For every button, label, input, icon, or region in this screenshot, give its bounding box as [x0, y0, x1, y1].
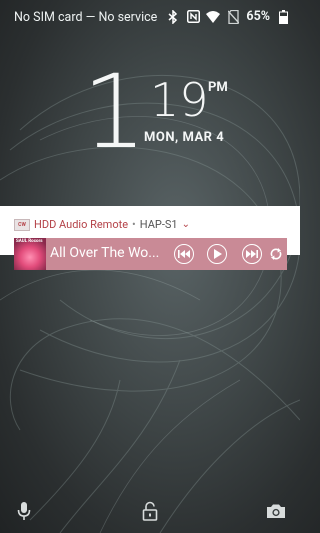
microphone-icon[interactable] [12, 499, 36, 523]
status-icons: 65% [166, 9, 290, 24]
album-art: SAUL Rocors [14, 238, 46, 270]
status-bar: No SIM card — No service 65% [0, 0, 300, 34]
battery-percentage: 65% [246, 9, 270, 24]
app-icon: CW [14, 218, 30, 231]
clock-hour: 1 [82, 53, 147, 172]
carrier-status: No SIM card — No service [14, 10, 158, 25]
repeat-button[interactable] [268, 246, 284, 262]
play-icon [214, 249, 222, 259]
repeat-icon [270, 248, 282, 260]
battery-icon [276, 9, 290, 24]
device-name: HAP-S1 [139, 218, 178, 231]
previous-icon [178, 250, 190, 258]
bluetooth-icon [166, 9, 180, 24]
notification-header[interactable]: CW HDD Audio Remote • HAP-S1 ⌄ [14, 218, 190, 231]
wifi-icon [206, 10, 221, 24]
clock-minutes: 19 [150, 73, 209, 127]
camera-icon[interactable] [264, 499, 288, 523]
play-button[interactable] [207, 244, 227, 264]
chevron-down-icon[interactable]: ⌄ [182, 219, 190, 230]
album-art-text: SAUL Rocors [16, 239, 43, 244]
lock-icon[interactable] [138, 499, 162, 523]
app-name: HDD Audio Remote [34, 218, 129, 231]
clock-ampm: PM [208, 80, 228, 95]
next-icon [246, 250, 258, 258]
next-button[interactable] [242, 244, 262, 264]
media-player: SAUL Rocors All Over The Wo... [14, 238, 287, 270]
track-title: All Over The Wo... [50, 245, 160, 261]
previous-button[interactable] [174, 244, 194, 264]
clock-date: MON, MAR 4 [144, 130, 225, 145]
nfc-icon [186, 10, 200, 24]
separator-dot: • [132, 218, 136, 231]
no-sim-icon [226, 9, 240, 24]
